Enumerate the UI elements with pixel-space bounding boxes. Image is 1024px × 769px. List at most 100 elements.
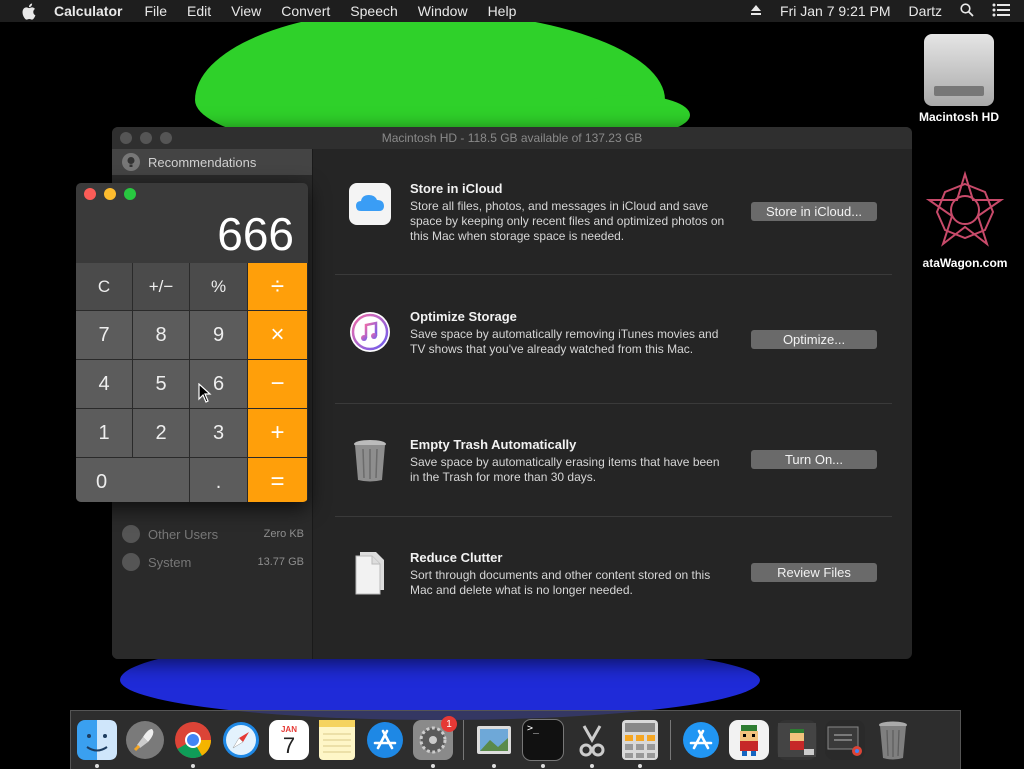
equals-key[interactable]: = — [248, 458, 307, 502]
dock-finder[interactable] — [77, 720, 117, 768]
notification-center-icon[interactable] — [992, 3, 1010, 20]
running-indicator — [590, 764, 594, 768]
minus-key[interactable]: − — [248, 360, 307, 408]
calculator-display: 666 — [217, 208, 294, 260]
dock-system-preferences[interactable]: 1 — [413, 716, 457, 768]
desktop-icon-datawagon[interactable]: ataWagon.com — [906, 170, 1024, 270]
digit-1-key[interactable]: 1 — [76, 409, 132, 457]
decimal-key[interactable]: . — [190, 458, 247, 502]
review-files-button[interactable]: Review Files — [751, 563, 877, 582]
calculator-icon — [622, 720, 658, 760]
menu-convert[interactable]: Convert — [281, 3, 330, 19]
dock-chrome[interactable] — [173, 720, 213, 768]
multiply-key[interactable]: × — [248, 311, 307, 359]
sidebar-item-other-users[interactable]: Other Users Zero KB — [122, 525, 304, 543]
divider — [335, 516, 892, 517]
sidebar-item-size: Zero KB — [263, 528, 304, 540]
desktop-icon-macintosh-hd[interactable]: Macintosh HD — [914, 34, 1004, 124]
digit-2-key[interactable]: 2 — [133, 409, 189, 457]
apple-menu-icon[interactable] — [18, 3, 38, 20]
digit-4-key[interactable]: 4 — [76, 360, 132, 408]
digit-0-key[interactable]: 0 — [76, 458, 189, 502]
optimize-button[interactable]: Optimize... — [751, 330, 877, 349]
dock-separator — [463, 720, 464, 760]
running-indicator — [638, 764, 642, 768]
sign-toggle-key[interactable]: +/− — [133, 263, 189, 310]
menu-edit[interactable]: Edit — [187, 3, 211, 19]
digit-9-key[interactable]: 9 — [190, 311, 247, 359]
menu-bar: Calculator File Edit View Convert Speech… — [0, 0, 1024, 22]
menu-app-name[interactable]: Calculator — [54, 3, 122, 19]
dock-calendar[interactable]: JAN 7 — [269, 720, 309, 760]
hard-drive-icon — [924, 34, 994, 106]
game-character-icon — [740, 725, 758, 756]
dock-screenshot-utility[interactable] — [572, 720, 612, 768]
finder-icon — [77, 720, 117, 760]
dock-notes[interactable] — [317, 720, 357, 760]
menu-file[interactable]: File — [144, 3, 167, 19]
recommendation-description: Save space by automatically erasing item… — [410, 455, 720, 484]
clear-key[interactable]: C — [76, 263, 132, 310]
store-in-icloud-button[interactable]: Store in iCloud... — [751, 202, 877, 221]
terminal-prompt-icon: >_ — [527, 723, 540, 734]
game-window-icon — [778, 723, 816, 757]
dock-calculator[interactable] — [620, 720, 660, 768]
sidebar-item-label: System — [148, 554, 192, 570]
calendar-day: 7 — [282, 732, 296, 758]
sidebar-item-system[interactable]: System 13.77 GB — [122, 553, 304, 571]
minimize-button[interactable] — [104, 188, 116, 200]
sidebar-item-size: 13.77 GB — [257, 556, 304, 568]
dock-launchpad[interactable] — [125, 720, 165, 760]
zoom-button[interactable] — [124, 188, 136, 200]
dock-app-store-download[interactable] — [681, 720, 721, 760]
dock-game-window[interactable] — [777, 720, 817, 760]
lightbulb-icon — [122, 153, 140, 171]
recommendation-reduce-clutter: Reduce Clutter Sort through documents an… — [348, 550, 878, 598]
screenshot-icon — [579, 725, 605, 757]
document-icon — [348, 550, 392, 596]
dock-downloads-stack[interactable] — [825, 720, 865, 760]
dock-safari[interactable] — [221, 720, 261, 760]
eject-icon[interactable] — [750, 3, 762, 19]
turn-on-button[interactable]: Turn On... — [751, 450, 877, 469]
storage-window-title: Macintosh HD - 118.5 GB available of 137… — [381, 131, 643, 145]
running-indicator — [431, 764, 435, 768]
dock-trash[interactable] — [873, 720, 913, 760]
divide-key[interactable]: ÷ — [248, 263, 307, 310]
star-logo-icon — [925, 170, 1005, 250]
sidebar-item-recommendations[interactable]: Recommendations — [112, 149, 312, 175]
spotlight-search-icon[interactable] — [960, 2, 974, 20]
digit-3-key[interactable]: 3 — [190, 409, 247, 457]
digit-7-key[interactable]: 7 — [76, 311, 132, 359]
dock-preview[interactable] — [474, 720, 514, 768]
storage-window-titlebar[interactable]: Macintosh HD - 118.5 GB available of 137… — [112, 127, 912, 149]
running-indicator — [95, 764, 99, 768]
menubar-user[interactable]: Dartz — [909, 3, 942, 19]
recommendation-optimize-storage: Optimize Storage Save space by automatic… — [348, 309, 878, 357]
menubar-clock[interactable]: Fri Jan 7 9:21 PM — [780, 3, 891, 19]
plus-key[interactable]: + — [248, 409, 307, 457]
dock-app-store[interactable] — [365, 720, 405, 760]
recommendation-icloud: Store in iCloud Store all files, photos,… — [348, 181, 878, 244]
digit-5-key[interactable]: 5 — [133, 360, 189, 408]
running-indicator — [191, 764, 195, 768]
mouse-cursor-icon — [198, 382, 212, 408]
menu-speech[interactable]: Speech — [350, 3, 397, 19]
chrome-icon — [175, 722, 211, 759]
menu-window[interactable]: Window — [418, 3, 468, 19]
percent-key[interactable]: % — [190, 263, 247, 310]
dock-terminal[interactable]: >_ — [522, 719, 564, 768]
menu-help[interactable]: Help — [488, 3, 517, 19]
recommendation-title: Reduce Clutter — [410, 550, 503, 565]
calculator-keypad: C +/− % ÷ 7 8 9 × 4 5 6 − 1 2 3 + 0 . = — [76, 263, 308, 502]
stack-icon — [827, 726, 862, 756]
running-indicator — [541, 764, 545, 768]
recommendation-description: Save space by automatically removing iTu… — [410, 327, 719, 356]
digit-8-key[interactable]: 8 — [133, 311, 189, 359]
divider — [335, 403, 892, 404]
dock-game-app[interactable] — [729, 720, 769, 760]
menu-view[interactable]: View — [231, 3, 261, 19]
close-button[interactable] — [84, 188, 96, 200]
recommendation-empty-trash: Empty Trash Automatically Save space by … — [348, 437, 878, 485]
preview-icon — [477, 726, 511, 754]
